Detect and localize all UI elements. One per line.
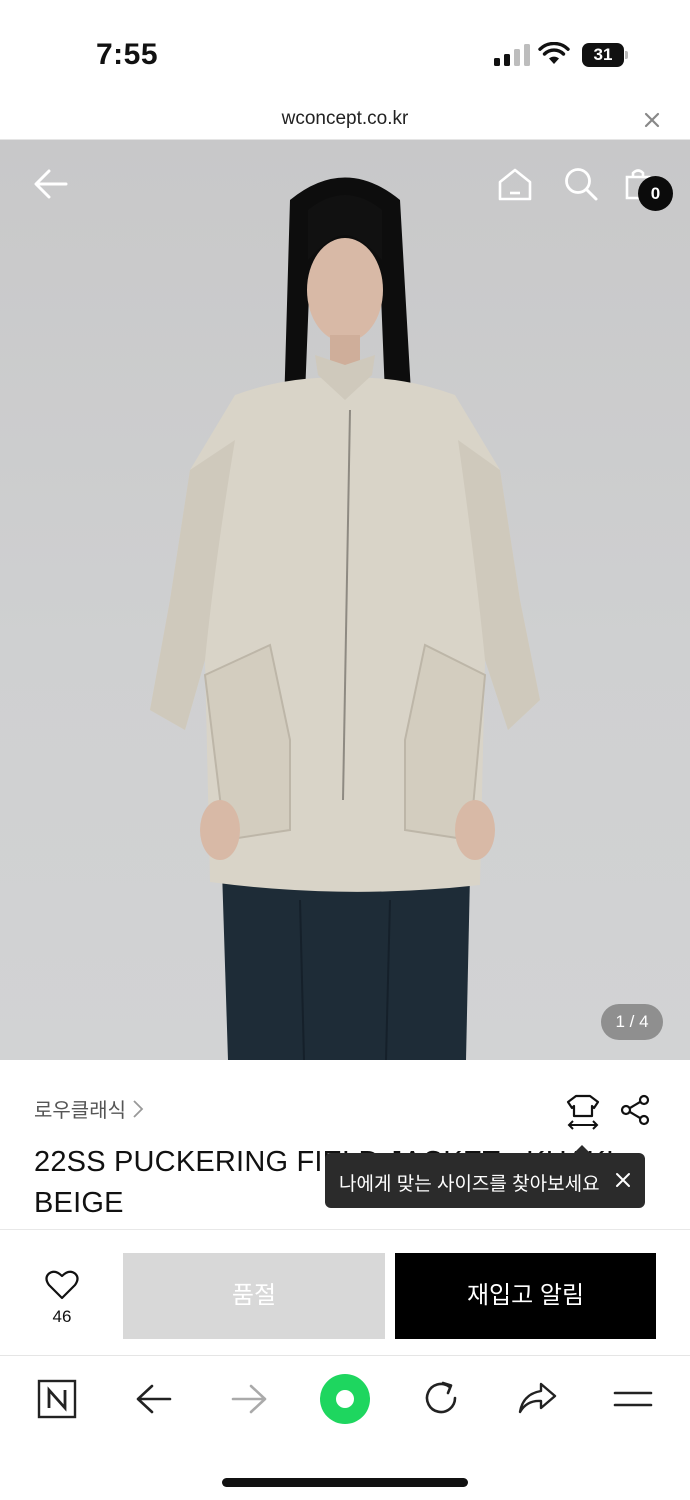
cart-count-badge[interactable]: 0 <box>638 176 673 211</box>
refresh-icon[interactable] <box>422 1379 460 1417</box>
hero-navigation <box>0 140 690 230</box>
back-arrow-icon[interactable] <box>34 168 68 200</box>
home-indicator[interactable] <box>222 1478 468 1487</box>
home-icon[interactable] <box>497 167 533 201</box>
size-guide-icon[interactable] <box>565 1092 601 1130</box>
like-count: 46 <box>52 1307 72 1326</box>
share-icon[interactable] <box>620 1094 652 1126</box>
brand-link[interactable]: 로우클래식 <box>34 1094 144 1123</box>
naver-green-dot-icon[interactable] <box>319 1373 371 1425</box>
image-counter: 1 / 4 <box>601 1004 663 1040</box>
share-arrow-icon[interactable] <box>517 1381 557 1415</box>
browser-back-icon[interactable] <box>136 1383 172 1415</box>
menu-icon[interactable] <box>613 1387 653 1411</box>
battery-icon: 31 <box>582 43 628 67</box>
restock-alert-button[interactable]: 재입고 알림 <box>395 1253 656 1339</box>
product-photo <box>150 177 540 1060</box>
purchase-action-bar: 46 품절 재입고 알림 <box>0 1230 690 1356</box>
brand-name: 로우클래식 <box>34 1100 126 1122</box>
naver-logo-icon[interactable] <box>37 1379 77 1419</box>
url-text: wconcept.co.kr <box>281 108 409 129</box>
heart-icon <box>45 1270 79 1300</box>
product-image[interactable] <box>0 140 690 1060</box>
url-bar[interactable]: wconcept.co.kr <box>0 100 690 140</box>
close-icon[interactable] <box>640 108 664 132</box>
size-tooltip: 나에게 맞는 사이즈를 찾아보세요 <box>325 1145 645 1208</box>
status-time: 7:55 <box>96 38 159 71</box>
cellular-signal-icon <box>494 44 530 66</box>
battery-level: 31 <box>593 45 613 64</box>
search-icon[interactable] <box>563 166 599 202</box>
chevron-right-icon <box>133 1099 144 1118</box>
tooltip-close-icon[interactable] <box>613 1170 633 1190</box>
soldout-button[interactable]: 품절 <box>123 1253 385 1339</box>
browser-forward-icon[interactable] <box>231 1383 267 1415</box>
like-button[interactable]: 46 <box>34 1270 90 1327</box>
tooltip-text: 나에게 맞는 사이즈를 찾아보세요 <box>339 1174 600 1195</box>
status-bar: 7:55 31 <box>0 0 690 100</box>
wifi-icon <box>538 42 570 64</box>
